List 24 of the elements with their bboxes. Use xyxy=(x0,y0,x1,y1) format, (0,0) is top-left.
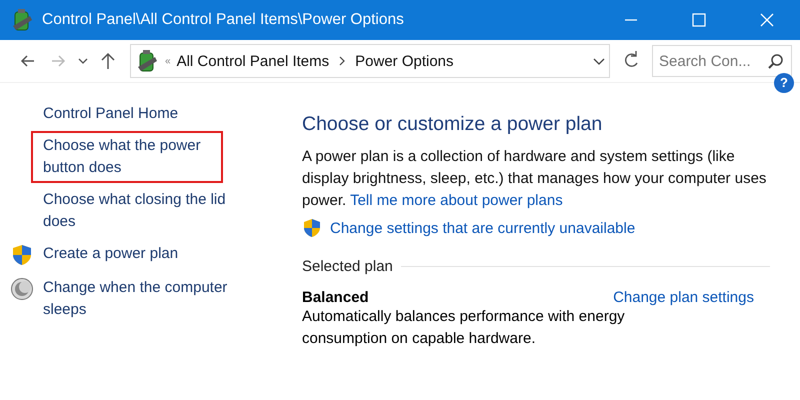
page-heading: Choose or customize a power plan xyxy=(302,113,604,136)
moon-icon xyxy=(10,277,34,301)
sidebar-link[interactable]: Choose what closing the lid does xyxy=(43,189,233,233)
shield-icon xyxy=(302,218,322,238)
help-button[interactable]: ? xyxy=(774,73,794,93)
breadcrumb[interactable]: Power Options xyxy=(355,52,454,70)
battery-icon xyxy=(135,49,159,73)
breadcrumb[interactable]: All Control Panel Items xyxy=(176,52,330,70)
plan-settings-link[interactable]: Change plan settings xyxy=(613,289,754,306)
settings-link[interactable]: Change settings that are currently unavailable xyxy=(330,220,636,236)
description-text: A power plan is a collection of hardware and system settings (like display brightness, sleep, etc.) that manages how your computer uses power. Tell me more about power plans xyxy=(302,147,768,211)
sidebar-link[interactable]: Create a power plan xyxy=(43,243,233,265)
section-title: Selected plan xyxy=(302,258,393,275)
address-bar[interactable]: « All Control Panel Items Power Options xyxy=(130,44,610,78)
plan-name: Balanced xyxy=(302,289,369,306)
shield-icon xyxy=(10,243,34,267)
battery-icon xyxy=(10,8,34,32)
window-title: Control Panel\All Control Panel Items\Power Options xyxy=(42,11,405,29)
sidebar-link[interactable]: Change when the computer sleeps xyxy=(43,277,233,321)
sidebar-link[interactable]: Control Panel Home xyxy=(43,103,233,125)
help-link[interactable]: Tell me more about power plans xyxy=(350,192,563,209)
plan-description: Automatically balances performance with energy consumption on capable hardware. xyxy=(302,307,626,349)
search-field[interactable]: Search Con... xyxy=(652,45,792,77)
overflow-chevron[interactable]: « xyxy=(165,56,171,66)
